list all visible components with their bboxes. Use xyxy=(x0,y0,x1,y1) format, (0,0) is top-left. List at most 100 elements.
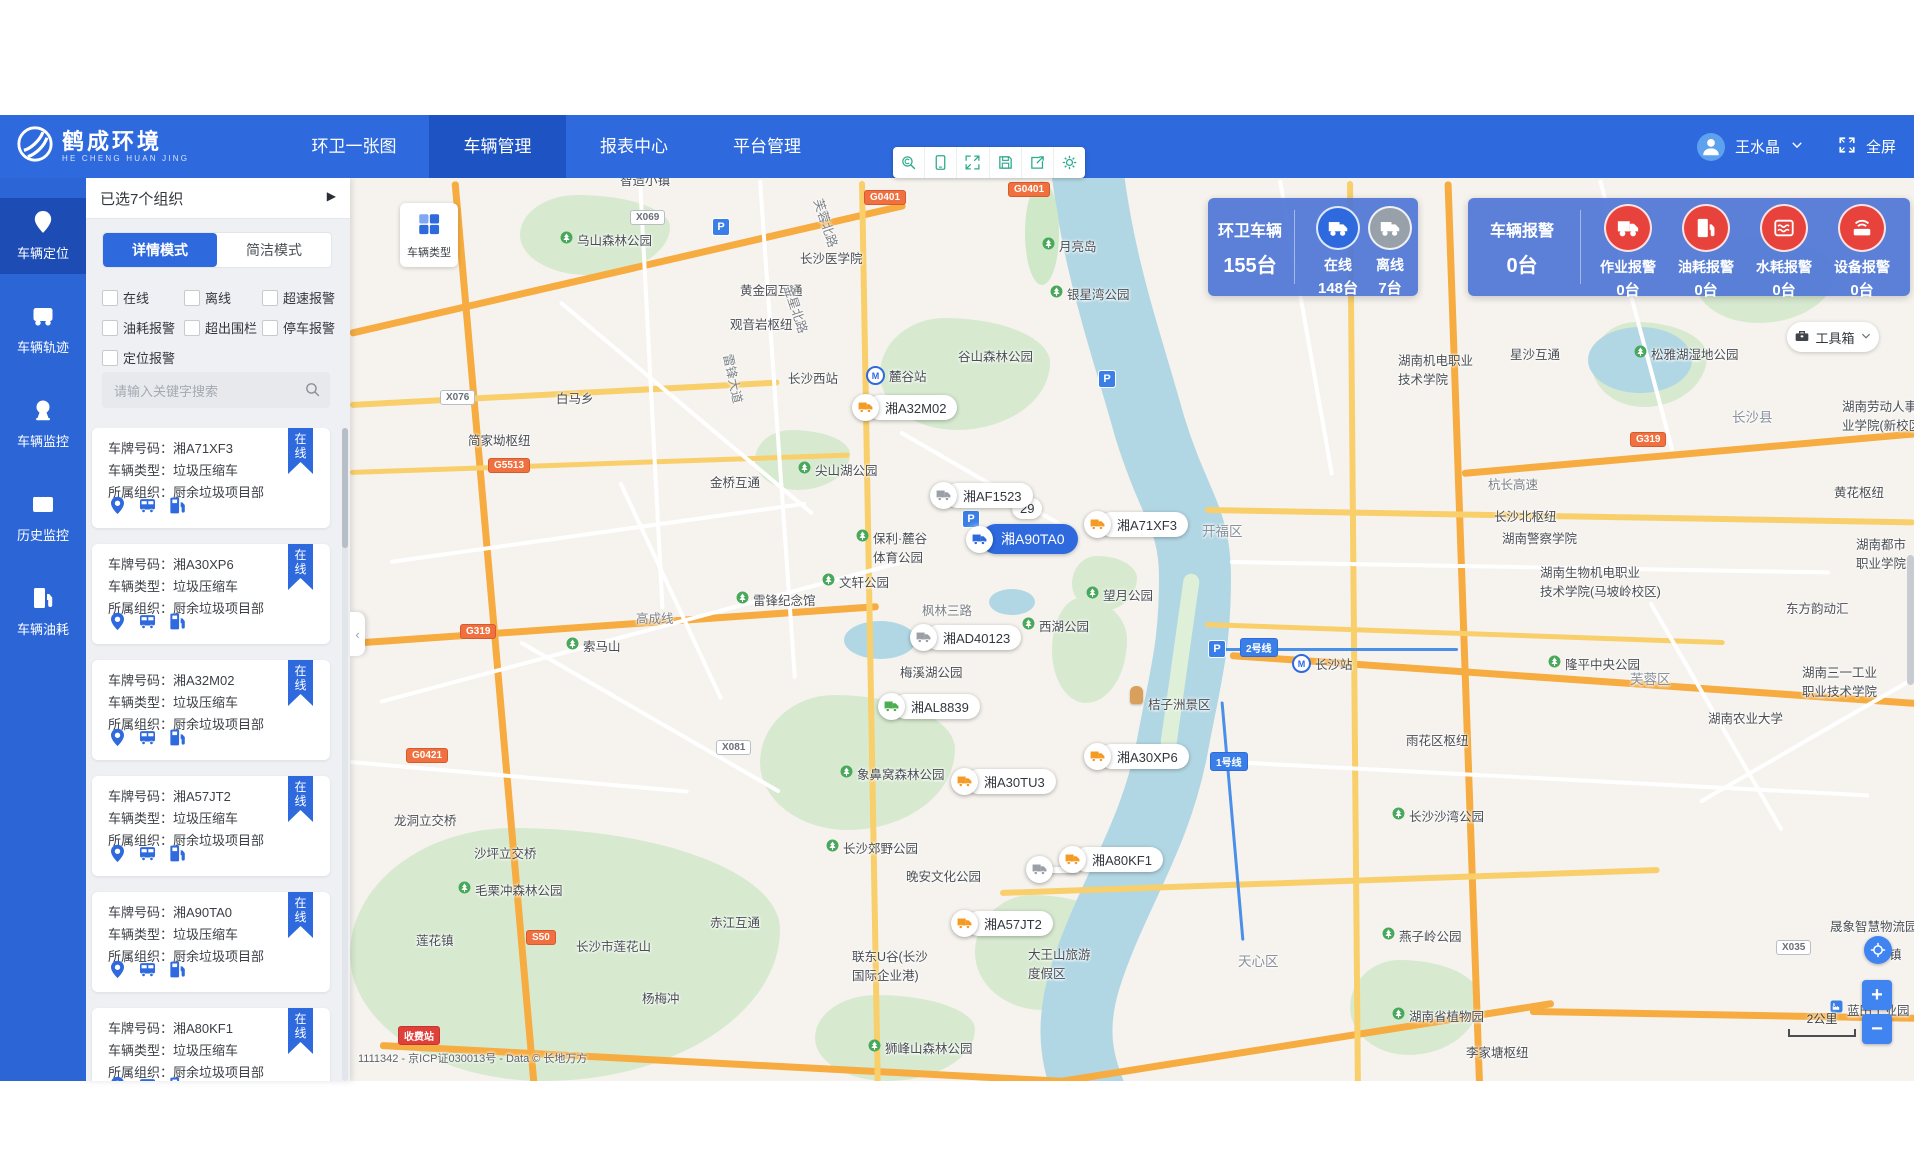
checkbox-icon[interactable] xyxy=(184,320,200,336)
org-expand-arrow-icon[interactable]: ▶ xyxy=(327,189,336,203)
vehicle-card[interactable]: 车牌号码：湘A71XF3 车辆类型：垃圾压缩车 所属组织：厨余垃圾项目部 在线 xyxy=(92,428,330,528)
vehicle-card[interactable]: 车牌号码：湘A80KF1 车辆类型：垃圾压缩车 所属组织：厨余垃圾项目部 在线 xyxy=(92,1008,330,1081)
search-box xyxy=(102,372,330,408)
track-bus-icon[interactable] xyxy=(138,1076,157,1081)
search-input[interactable] xyxy=(112,372,296,410)
card-plate: 车牌号码：湘A32M02 xyxy=(108,670,234,689)
nav-item-report-center[interactable]: 报表中心 xyxy=(580,115,688,178)
vehicle-marker[interactable]: 湘A57JT2 xyxy=(951,910,1053,937)
map-label-text: 星沙互通 xyxy=(1510,344,1560,363)
locate-pin-icon[interactable] xyxy=(108,496,127,520)
park-icon xyxy=(736,591,749,607)
marker-plate: 湘A30XP6 xyxy=(1099,744,1189,769)
fuel-pump-icon[interactable] xyxy=(168,612,187,636)
filter-checkbox-4[interactable]: 油耗报警 xyxy=(102,318,175,337)
vehicle-marker[interactable]: 湘AF1523 xyxy=(930,482,1033,509)
alarm-stat-1: 作业报警 0台 xyxy=(1590,204,1666,300)
sidebar-item-vehicle-track[interactable]: 车辆轨迹 xyxy=(0,292,86,368)
checkbox-icon[interactable] xyxy=(102,350,118,366)
locate-pin-icon[interactable] xyxy=(108,612,127,636)
user-avatar[interactable] xyxy=(1697,133,1725,161)
vehicle-card[interactable]: 车牌号码：湘A30XP6 车辆类型：垃圾压缩车 所属组织：厨余垃圾项目部 在线 xyxy=(92,544,330,644)
zoom-in-button[interactable]: + xyxy=(1862,980,1892,1010)
filter-checkbox-1[interactable]: 在线 xyxy=(102,288,149,307)
vehicle-marker[interactable]: 湘AL8839 xyxy=(878,693,980,720)
org-selector[interactable]: 已选7个组织 ▶ xyxy=(86,178,350,219)
fuel-pump-icon[interactable] xyxy=(168,728,187,752)
locate-pin-icon[interactable] xyxy=(108,844,127,868)
expand-icon[interactable] xyxy=(957,147,989,178)
user-name[interactable]: 王水晶 xyxy=(1735,136,1780,157)
map-label: 观音岩枢纽 xyxy=(730,314,793,333)
fullscreen-icon[interactable] xyxy=(1838,136,1856,158)
vehicle-card[interactable]: 车牌号码：湘A57JT2 车辆类型：垃圾压缩车 所属组织：厨余垃圾项目部 在线 xyxy=(92,776,330,876)
checkbox-icon[interactable] xyxy=(262,290,278,306)
track-bus-icon[interactable] xyxy=(138,612,157,636)
tab-simple-mode[interactable]: 简洁模式 xyxy=(217,233,331,267)
browser-scrollbar[interactable] xyxy=(1907,555,1914,685)
overview-icon[interactable] xyxy=(925,147,957,178)
sidebar-item-vehicle-fuel[interactable]: 车辆油耗 xyxy=(0,574,86,650)
locate-pin-icon[interactable] xyxy=(108,728,127,752)
mode-tabbar: 详情模式 简洁模式 xyxy=(102,232,332,268)
zoom-out-button[interactable]: − xyxy=(1862,1014,1892,1044)
vehicle-marker[interactable]: 湘A71XF3 xyxy=(1084,511,1188,538)
sidebar-item-history-monitor[interactable]: 历史监控 xyxy=(0,480,86,556)
vehicle-marker[interactable]: 湘AD40123 xyxy=(910,624,1021,651)
vehicle-list-panel: 已选7个组织 ▶ 详情模式 简洁模式 在线 离线 超速报警油耗报警超出围栏停车报警定… xyxy=(86,178,350,1081)
sidebar-item-vehicle-monitor[interactable]: 车辆监控 xyxy=(0,386,86,462)
vehicle-card[interactable]: 车牌号码：湘A32M02 车辆类型：垃圾压缩车 所属组织：厨余垃圾项目部 在线 xyxy=(92,660,330,760)
locate-pin-icon[interactable] xyxy=(108,960,127,984)
marker-plate: 湘A32M02 xyxy=(867,395,957,420)
track-bus-icon[interactable] xyxy=(138,728,157,752)
checkbox-icon[interactable] xyxy=(102,290,118,306)
nav-item-vehicle-management[interactable]: 车辆管理 xyxy=(429,115,566,178)
toolbox-button[interactable]: 工具箱 xyxy=(1787,322,1879,352)
vehicle-card[interactable]: 车牌号码：湘A90TA0 车辆类型：垃圾压缩车 所属组织：厨余垃圾项目部 在线 xyxy=(92,892,330,992)
track-bus-icon[interactable] xyxy=(138,496,157,520)
checkbox-icon[interactable] xyxy=(262,320,278,336)
panel-scrollbar[interactable] xyxy=(342,428,348,1081)
tab-detail-mode[interactable]: 详情模式 xyxy=(103,233,217,267)
status-badge: 在线 xyxy=(288,1008,313,1054)
filter-checkbox-3[interactable]: 超速报警 xyxy=(262,288,335,307)
vehicle-marker[interactable]: 湘A90TA0 xyxy=(966,524,1078,554)
sidebar-item-vehicle-locate[interactable]: 车辆定位 xyxy=(0,198,86,274)
map-label: 毛栗冲森林公园 xyxy=(458,880,563,899)
vehicle-type-button[interactable]: 车辆类型 xyxy=(400,203,458,267)
filter-checkbox-6[interactable]: 停车报警 xyxy=(262,318,335,337)
map-label-text: 谷山森林公园 xyxy=(958,346,1033,365)
track-bus-icon[interactable] xyxy=(138,960,157,984)
track-bus-icon[interactable] xyxy=(138,844,157,868)
settings-icon[interactable] xyxy=(1054,147,1085,178)
map-scale: 2公里 xyxy=(1788,1010,1856,1037)
panel-collapse-handle[interactable]: ‹ xyxy=(350,612,365,656)
fuel-pump-icon[interactable] xyxy=(168,844,187,868)
map-label-text: 枫林三路 xyxy=(922,600,972,619)
save-icon[interactable] xyxy=(990,147,1022,178)
filter-checkbox-7[interactable]: 定位报警 xyxy=(102,348,175,367)
vehicle-marker[interactable]: 湘A30XP6 xyxy=(1084,743,1189,770)
road-badge: G319 xyxy=(460,624,496,639)
search-icon[interactable] xyxy=(304,381,321,403)
share-icon[interactable] xyxy=(1022,147,1054,178)
filter-checkbox-5[interactable]: 超出围栏 xyxy=(184,318,257,337)
map-label: 湖南农业大学 xyxy=(1708,708,1783,727)
checkbox-icon[interactable] xyxy=(184,290,200,306)
locate-pin-icon[interactable] xyxy=(108,1076,127,1081)
nav-item-overview-map[interactable]: 环卫一张图 xyxy=(300,115,408,178)
fuel-pump-icon[interactable] xyxy=(168,1076,187,1081)
filter-checkbox-2[interactable]: 离线 xyxy=(184,288,231,307)
marquee-zoom-icon[interactable] xyxy=(893,147,925,178)
vehicle-marker[interactable]: 湘A30TU3 xyxy=(951,768,1056,795)
checkbox-icon[interactable] xyxy=(102,320,118,336)
fuel-pump-icon[interactable] xyxy=(168,960,187,984)
nav-item-platform-management[interactable]: 平台管理 xyxy=(713,115,821,178)
chevron-down-icon[interactable] xyxy=(1790,138,1804,156)
vehicle-marker[interactable]: 湘A80KF1 xyxy=(1059,846,1163,873)
map-canvas[interactable]: 车辆类型 环卫车辆 155台 在线 148台 离线 7台 车辆报警 xyxy=(350,178,1914,1081)
vehicle-marker[interactable]: 湘A32M02 xyxy=(852,394,957,421)
fuel-pump-icon[interactable] xyxy=(168,496,187,520)
locate-button[interactable] xyxy=(1864,936,1892,964)
fullscreen-label[interactable]: 全屏 xyxy=(1866,136,1896,157)
